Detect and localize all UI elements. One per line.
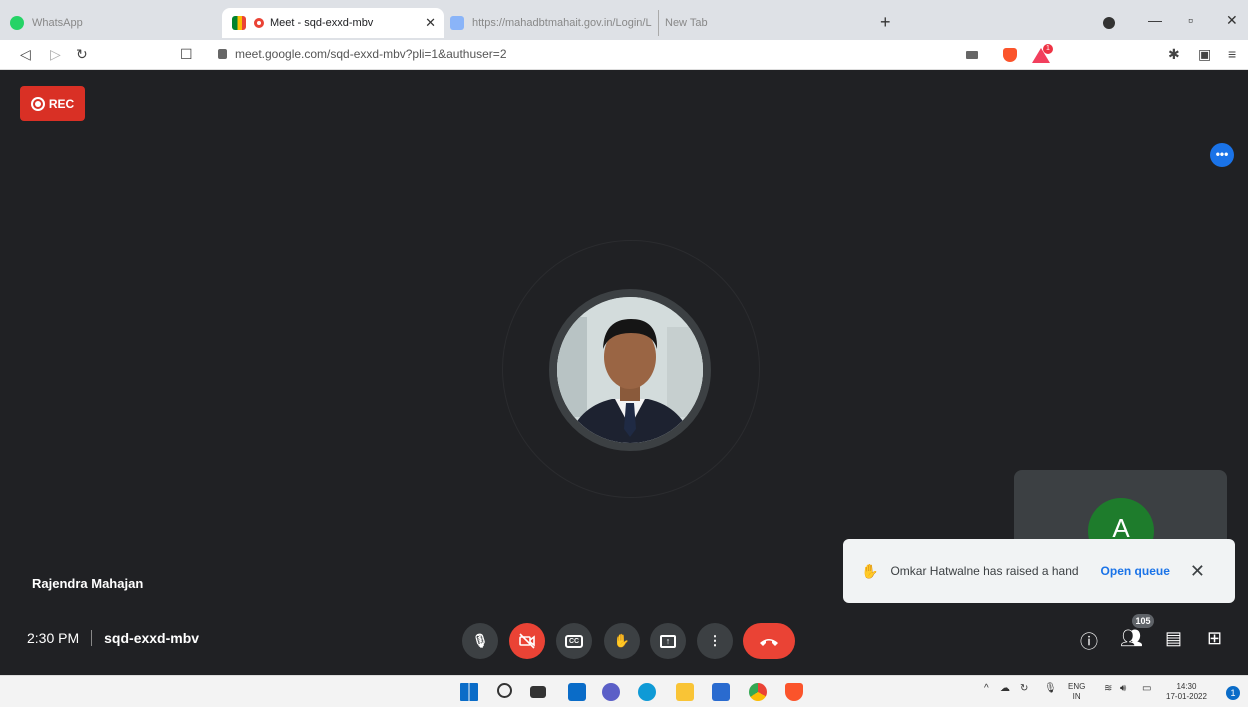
tab-whatsapp[interactable]: WhatsApp bbox=[10, 10, 210, 36]
more-vert-icon: ⋮ bbox=[708, 633, 722, 648]
sync-icon[interactable]: ↻ bbox=[1020, 683, 1028, 694]
captions-button[interactable]: CC bbox=[556, 623, 592, 659]
meeting-code: sqd-exxd-mbv bbox=[104, 630, 200, 646]
open-queue-button[interactable]: Open queue bbox=[1101, 564, 1170, 578]
meeting-info-bar: 2:30 PM sqd-exxd-mbv bbox=[27, 630, 199, 646]
onedrive-icon[interactable]: ☁ bbox=[1000, 683, 1010, 694]
tab-label: New Tab bbox=[665, 17, 708, 29]
mic-tray-icon[interactable]: 🎙︎ bbox=[1044, 683, 1057, 694]
camera-icon[interactable] bbox=[966, 51, 978, 59]
captions-icon: CC bbox=[564, 634, 584, 648]
store-icon[interactable] bbox=[712, 683, 730, 701]
clock-date: 17-01-2022 bbox=[1166, 692, 1207, 701]
extensions-icon[interactable]: ✱ bbox=[1168, 46, 1180, 63]
close-window-icon[interactable]: ✕ bbox=[1226, 12, 1238, 29]
meeting-time: 2:30 PM bbox=[27, 630, 80, 646]
bookmark-icon[interactable]: ☐ bbox=[180, 46, 193, 63]
battery-icon[interactable]: ▭ bbox=[1142, 683, 1151, 694]
more-options-button[interactable]: ••• bbox=[1210, 143, 1234, 167]
camera-off-icon bbox=[519, 633, 535, 649]
browser-tab-strip: WhatsApp Meet - sqd-exxd-mbv ✕ https://m… bbox=[0, 0, 1248, 40]
notification-badge[interactable]: 1 bbox=[1226, 686, 1240, 700]
participant-count-badge: 105 bbox=[1132, 614, 1154, 628]
notification-message: Omkar Hatwalne has raised a hand bbox=[890, 564, 1079, 578]
hang-up-icon bbox=[760, 639, 778, 646]
volume-icon[interactable]: 🔊︎ bbox=[1120, 683, 1126, 694]
recording-button[interactable]: REC bbox=[20, 86, 85, 121]
raised-hand-notification: ✋ Omkar Hatwalne has raised a hand Open … bbox=[843, 539, 1235, 603]
people-icon[interactable]: 👥︎ bbox=[1120, 628, 1143, 649]
close-tab-icon[interactable]: ✕ bbox=[425, 15, 436, 31]
show-hidden-icons-icon[interactable]: ^ bbox=[984, 683, 989, 694]
more-controls-button[interactable]: ⋮ bbox=[697, 623, 733, 659]
microphone-button[interactable]: 🎙︎ bbox=[462, 623, 498, 659]
chrome-icon[interactable] bbox=[749, 683, 767, 701]
brave-icon[interactable] bbox=[785, 683, 803, 701]
clock-time: 14:30 bbox=[1176, 682, 1197, 691]
tab-new-tab[interactable]: New Tab bbox=[658, 10, 858, 36]
participant-tile[interactable]: A bbox=[1014, 470, 1227, 545]
leave-call-button[interactable] bbox=[743, 623, 795, 659]
maximize-icon[interactable]: ▫ bbox=[1188, 12, 1193, 28]
profile-icon[interactable] bbox=[1103, 17, 1115, 29]
tab-meet[interactable]: Meet - sqd-exxd-mbv ✕ bbox=[222, 8, 444, 38]
whatsapp-icon bbox=[10, 16, 24, 30]
participant-initial: A bbox=[1088, 498, 1154, 545]
rec-label: REC bbox=[48, 96, 75, 111]
activities-icon[interactable]: ⊞ bbox=[1207, 628, 1222, 649]
page-icon bbox=[450, 16, 464, 30]
speaker-name: Rajendra Mahajan bbox=[32, 576, 144, 591]
meet-stage: REC ••• Rajendra Mahajan A ✋ Omkar Hatwa bbox=[0, 70, 1248, 675]
language-bottom: IN bbox=[1072, 692, 1081, 701]
language-top: ENG bbox=[1068, 682, 1086, 691]
speaker-avatar bbox=[549, 289, 711, 451]
new-tab-plus-icon[interactable]: + bbox=[880, 12, 891, 33]
close-notification-icon[interactable]: ✕ bbox=[1190, 561, 1205, 582]
camera-off-button[interactable] bbox=[509, 623, 545, 659]
reload-icon[interactable]: ↻ bbox=[76, 46, 88, 63]
widgets-icon[interactable] bbox=[568, 683, 586, 701]
raise-hand-button[interactable]: ✋ bbox=[604, 623, 640, 659]
wallet-icon[interactable]: ▣ bbox=[1198, 46, 1211, 63]
windows-start-icon[interactable] bbox=[460, 683, 478, 701]
tab-mahadbt[interactable]: https://mahadbtmahait.gov.in/Login/L bbox=[450, 10, 652, 36]
teams-chat-icon[interactable] bbox=[602, 683, 620, 701]
present-button[interactable]: ↑ bbox=[650, 623, 686, 659]
raise-hand-icon: ✋ bbox=[613, 633, 631, 648]
windows-taskbar: ^ ☁ ↻ 🎙︎ ENG IN ≋ 🔊︎ ▭ 14:30 17-01-2022 … bbox=[0, 675, 1248, 707]
edge-icon[interactable] bbox=[638, 683, 656, 701]
menu-icon[interactable]: ≡ bbox=[1228, 46, 1236, 62]
meeting-details-icon[interactable]: ⓘ bbox=[1080, 628, 1098, 654]
recording-indicator-icon bbox=[254, 18, 264, 28]
system-clock[interactable]: 14:30 17-01-2022 bbox=[1166, 682, 1207, 702]
speaker-photo bbox=[557, 297, 703, 443]
microphone-icon: 🎙︎ bbox=[471, 633, 489, 648]
back-icon[interactable]: ◁ bbox=[20, 46, 31, 63]
browser-toolbar: ◁ ▷ ↻ ☐ meet.google.com/sqd-exxd-mbv?pli… bbox=[0, 40, 1248, 70]
tab-label: Meet - sqd-exxd-mbv bbox=[270, 17, 374, 29]
task-view-icon[interactable] bbox=[530, 686, 546, 698]
forward-icon[interactable]: ▷ bbox=[50, 46, 61, 63]
rewards-badge: 1 bbox=[1043, 44, 1053, 54]
language-indicator[interactable]: ENG IN bbox=[1068, 682, 1085, 702]
address-bar[interactable]: meet.google.com/sqd-exxd-mbv?pli=1&authu… bbox=[218, 47, 507, 61]
lock-icon bbox=[218, 49, 227, 59]
screen: WhatsApp Meet - sqd-exxd-mbv ✕ https://m… bbox=[0, 0, 1248, 707]
tab-label: https://mahadbtmahait.gov.in/Login/L bbox=[472, 17, 652, 29]
raised-hand-icon: ✋ bbox=[861, 562, 879, 579]
record-icon bbox=[30, 96, 45, 111]
file-explorer-icon[interactable] bbox=[676, 683, 694, 701]
google-meet-icon bbox=[232, 16, 246, 30]
divider bbox=[91, 630, 93, 646]
present-screen-icon: ↑ bbox=[660, 634, 676, 648]
chat-icon[interactable]: ▤ bbox=[1165, 628, 1182, 649]
tab-label: WhatsApp bbox=[32, 17, 83, 29]
search-icon[interactable] bbox=[497, 683, 512, 698]
minimize-icon[interactable]: — bbox=[1148, 12, 1162, 28]
wifi-icon[interactable]: ≋ bbox=[1104, 683, 1112, 694]
url-text: meet.google.com/sqd-exxd-mbv?pli=1&authu… bbox=[235, 47, 507, 61]
brave-shields-icon[interactable] bbox=[1003, 48, 1017, 62]
